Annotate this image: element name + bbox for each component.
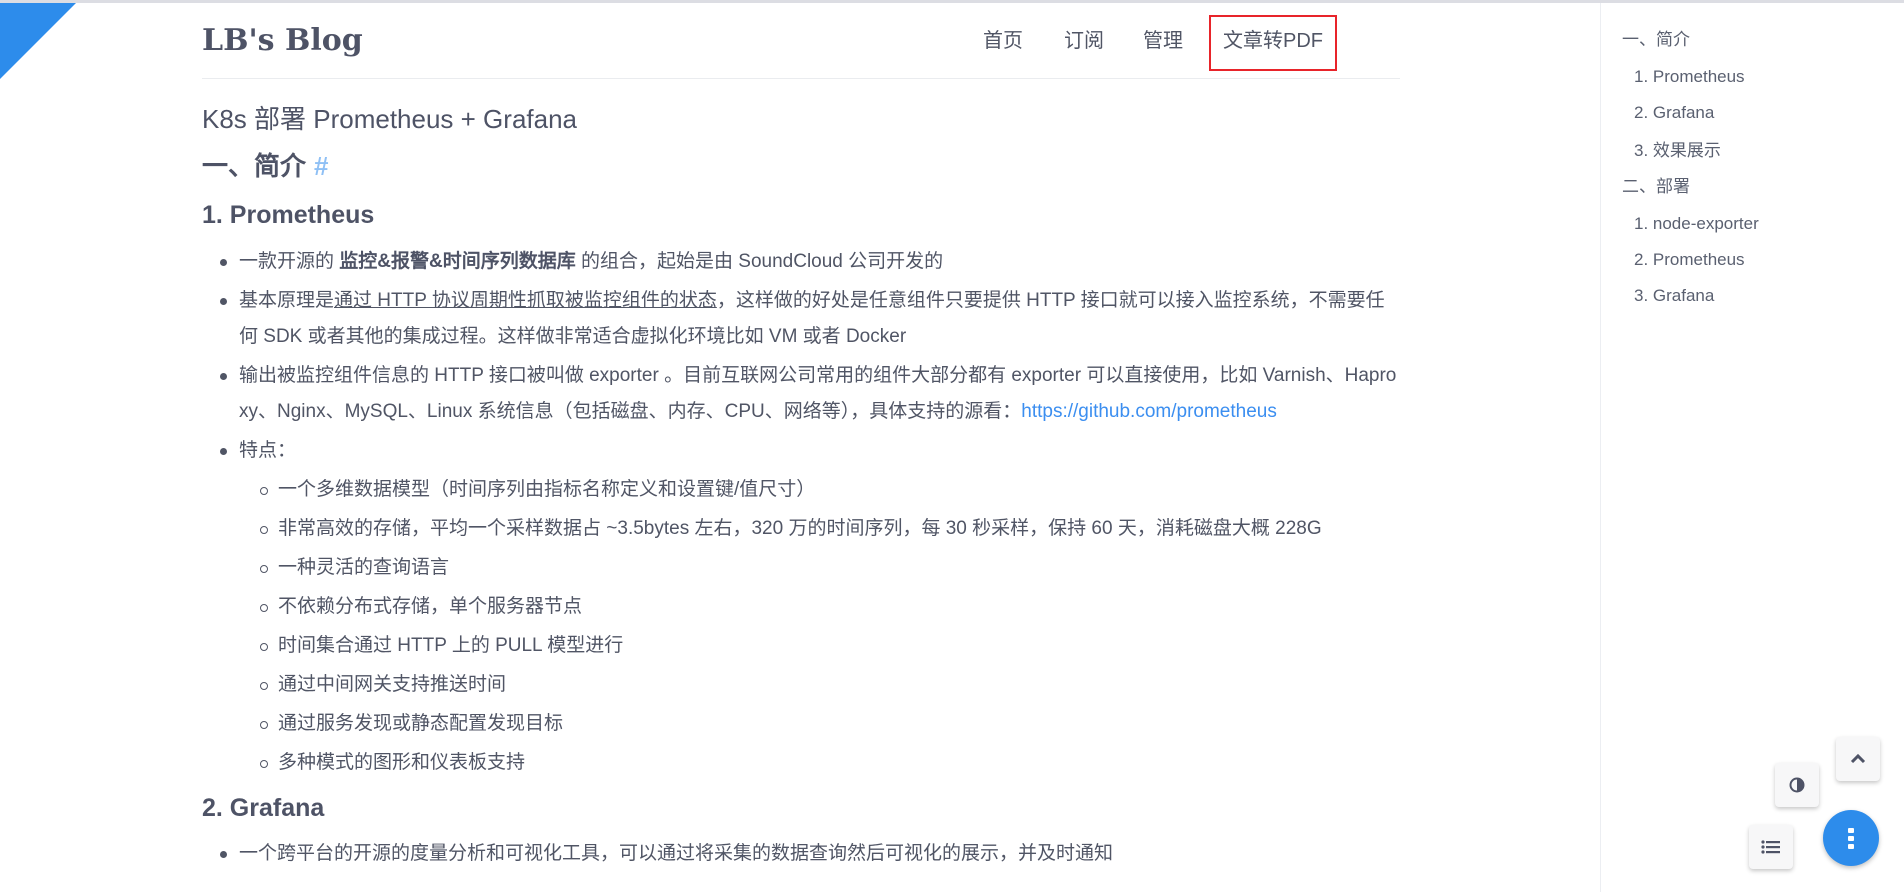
scroll-top-button[interactable]: [1836, 737, 1880, 781]
feature-item: 不依赖分布式存储，单个服务器节点: [239, 589, 1400, 625]
heading-anchor-link[interactable]: #: [314, 151, 328, 181]
grafana-list: 一个跨平台的开源的度量分析和可视化工具，可以通过将采集的数据查询然后可视化的展示…: [202, 836, 1400, 872]
more-dots-icon: [1848, 843, 1854, 849]
list-item: 输出被监控组件信息的 HTTP 接口被叫做 exporter 。目前互联网公司常…: [202, 358, 1400, 430]
text: 一款开源的: [239, 251, 340, 272]
more-menu-button[interactable]: [1823, 810, 1879, 866]
blog-logo[interactable]: LB's Blog: [202, 20, 363, 62]
toc-item[interactable]: 一、简介: [1622, 28, 1690, 52]
feature-item: 通过中间网关支持推送时间: [239, 667, 1400, 703]
features-list: 一个多维数据模型（时间序列由指标名称定义和设置键/值尺寸） 非常高效的存储，平均…: [239, 472, 1400, 781]
nav-subscribe[interactable]: 订阅: [1064, 26, 1104, 56]
feature-item: 时间集合通过 HTTP 上的 PULL 模型进行: [239, 628, 1400, 664]
list-item: 一个跨平台的开源的度量分析和可视化工具，可以通过将采集的数据查询然后可视化的展示…: [202, 836, 1400, 872]
list-item: 基本原理是通过 HTTP 协议周期性抓取被监控组件的状态，这样做的好处是任意组件…: [202, 283, 1400, 355]
subheading-grafana: 2. Grafana: [202, 794, 325, 822]
underlined-text: 通过 HTTP 协议周期性抓取被监控组件的状态: [334, 290, 717, 311]
github-corner-link[interactable]: [0, 3, 76, 115]
toc-toggle-button[interactable]: [1749, 825, 1793, 869]
list-icon: [1761, 840, 1780, 854]
text: 特点：: [239, 440, 297, 461]
github-link[interactable]: https://github.com/prometheus: [1021, 401, 1277, 422]
feature-item: 一种灵活的查询语言: [239, 550, 1400, 586]
nav-article-to-pdf[interactable]: 文章转PDF: [1223, 26, 1323, 56]
toc-item[interactable]: 3. 效果展示: [1634, 139, 1721, 163]
feature-item: 非常高效的存储，平均一个采样数据占 ~3.5bytes 左右，320 万的时间序…: [239, 511, 1400, 547]
toc-item[interactable]: 1. Prometheus: [1634, 65, 1745, 89]
toc-item[interactable]: 2. Grafana: [1634, 101, 1714, 125]
contrast-icon: [1789, 777, 1805, 793]
subheading-prometheus: 1. Prometheus: [202, 201, 375, 229]
nav-home[interactable]: 首页: [983, 26, 1023, 56]
chevron-up-icon: [1850, 753, 1866, 764]
section-heading-intro: 一、简介 #: [202, 148, 1400, 184]
article: K8s 部署 Prometheus + Grafana 一、简介 # 1. Pro…: [202, 100, 1400, 875]
text: 的组合，起始是由 SoundCloud 公司开发的: [575, 251, 944, 272]
header-divider: [202, 78, 1400, 79]
prometheus-list: 一款开源的 监控&报警&时间序列数据库 的组合，起始是由 SoundCloud …: [202, 244, 1400, 781]
toc-item[interactable]: 二、部署: [1622, 175, 1690, 199]
more-dots-icon: [1848, 827, 1854, 833]
heading-text: 一、简介: [202, 151, 307, 181]
bold-text: 监控&报警&时间序列数据库: [339, 251, 576, 272]
feature-item: 多种模式的图形和仪表板支持: [239, 745, 1400, 781]
toc-item[interactable]: 1. node-exporter: [1634, 212, 1759, 236]
theme-toggle-button[interactable]: [1775, 763, 1819, 807]
list-item: 一款开源的 监控&报警&时间序列数据库 的组合，起始是由 SoundCloud …: [202, 244, 1400, 280]
toc-item[interactable]: 3. Grafana: [1634, 284, 1714, 308]
more-dots-icon: [1848, 835, 1854, 841]
github-octocat-icon: [10, 88, 32, 115]
feature-item: 通过服务发现或静态配置发现目标: [239, 706, 1400, 742]
toc-item[interactable]: 2. Prometheus: [1634, 248, 1745, 272]
feature-item: 一个多维数据模型（时间序列由指标名称定义和设置键/值尺寸）: [239, 472, 1400, 508]
list-item: 特点： 一个多维数据模型（时间序列由指标名称定义和设置键/值尺寸） 非常高效的存…: [202, 433, 1400, 781]
text: 基本原理是: [239, 290, 335, 311]
nav-manage[interactable]: 管理: [1143, 26, 1183, 56]
article-title: K8s 部署 Prometheus + Grafana: [202, 104, 578, 134]
